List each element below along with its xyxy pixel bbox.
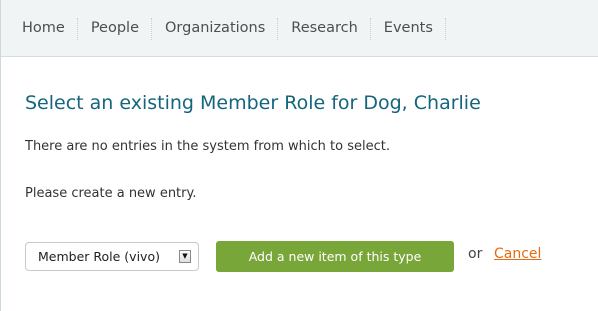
type-select-value: Member Role (vivo) bbox=[38, 249, 160, 264]
add-new-item-button[interactable]: Add a new item of this type bbox=[216, 241, 454, 272]
page-frame: Home People Organizations Research Event… bbox=[0, 0, 598, 311]
no-entries-message: There are no entries in the system from … bbox=[25, 139, 390, 154]
top-navigation: Home People Organizations Research Event… bbox=[1, 0, 598, 57]
nav-item-events[interactable]: Events bbox=[371, 0, 446, 57]
type-select[interactable]: Member Role (vivo) ▼ bbox=[25, 242, 199, 271]
nav-item-people[interactable]: People bbox=[78, 0, 153, 57]
chevron-down-icon[interactable]: ▼ bbox=[179, 250, 191, 263]
cancel-link[interactable]: Cancel bbox=[494, 246, 541, 262]
nav-item-home[interactable]: Home bbox=[9, 0, 78, 57]
or-label: or bbox=[468, 246, 483, 262]
nav-item-organizations[interactable]: Organizations bbox=[152, 0, 279, 57]
create-entry-message: Please create a new entry. bbox=[25, 186, 197, 201]
nav-item-research[interactable]: Research bbox=[278, 0, 371, 57]
page-title: Select an existing Member Role for Dog, … bbox=[25, 92, 481, 114]
